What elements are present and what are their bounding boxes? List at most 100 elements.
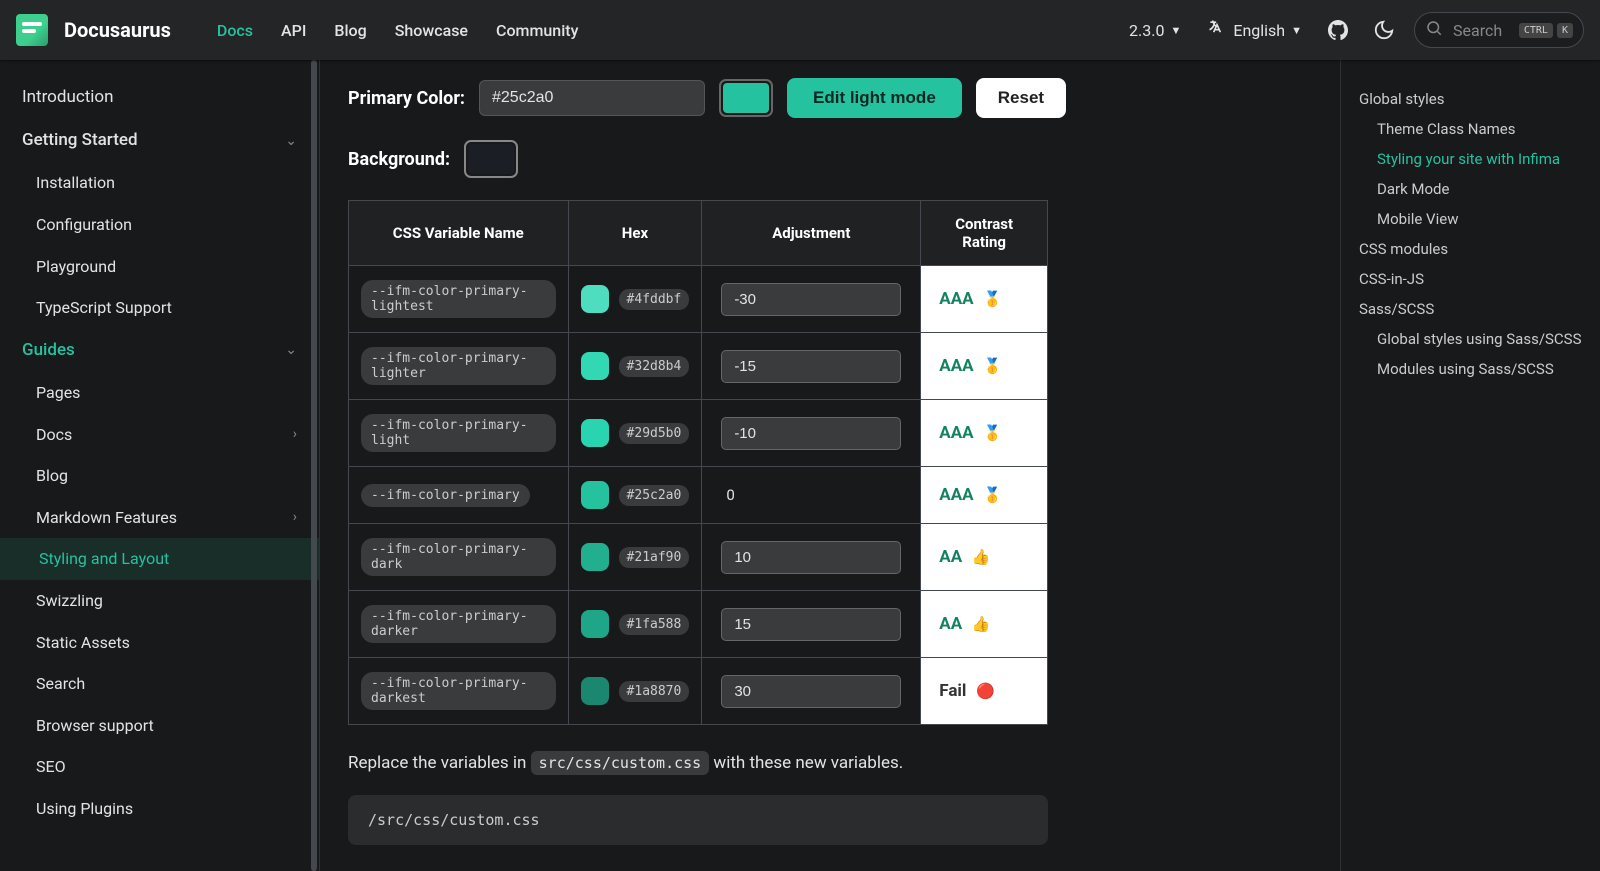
adjustment-input[interactable]	[721, 417, 901, 450]
adjustment-input[interactable]	[721, 541, 901, 574]
chevron-down-icon: ⌄	[285, 130, 297, 152]
version-dropdown[interactable]: 2.3.0 ▼	[1123, 17, 1187, 44]
hex-value: #25c2a0	[619, 485, 690, 506]
toc-item-global-styles-using-sass-scss[interactable]: Global styles using Sass/SCSS	[1355, 324, 1588, 354]
adjustment-input[interactable]	[721, 350, 901, 383]
sidebar-item-label: Introduction	[22, 84, 114, 111]
sidebar-item-typescript-support[interactable]: TypeScript Support	[0, 287, 319, 329]
toc-item-mobile-view[interactable]: Mobile View	[1355, 204, 1588, 234]
sidebar-item-label: TypeScript Support	[36, 295, 172, 321]
sidebar-item-browser-support[interactable]: Browser support	[0, 705, 319, 747]
primary-color-input[interactable]	[479, 80, 705, 116]
color-swatch	[581, 352, 609, 380]
contrast-rating: AAA	[939, 485, 973, 505]
table-header: Contrast Rating	[921, 201, 1048, 266]
language-label: English	[1233, 21, 1285, 40]
sidebar-item-label: SEO	[36, 754, 66, 780]
toc-item-css-in-js[interactable]: CSS-in-JS	[1355, 264, 1588, 294]
background-swatch[interactable]	[464, 140, 518, 178]
code-block: /src/css/custom.css	[348, 795, 1048, 845]
contrast-rating: AAA	[939, 423, 973, 443]
primary-color-row: Primary Color: Edit light mode Reset	[348, 78, 1312, 118]
color-swatch	[581, 419, 609, 447]
rating-emoji-icon: 🥇	[980, 357, 1002, 375]
sidebar-item-introduction[interactable]: Introduction	[0, 76, 319, 119]
navbar-left: Docusaurus DocsAPIBlogShowcaseCommunity	[16, 14, 592, 46]
sidebar-item-pages[interactable]: Pages	[0, 372, 319, 414]
sidebar-item-markdown-features[interactable]: Markdown Features›	[0, 497, 319, 539]
rating-emoji-icon: 👍	[968, 548, 990, 566]
color-table: CSS Variable NameHexAdjustmentContrast R…	[348, 200, 1048, 725]
edit-light-mode-button[interactable]: Edit light mode	[787, 78, 962, 118]
hex-value: #29d5b0	[619, 423, 690, 444]
color-swatch	[581, 610, 609, 638]
hex-value: #21af90	[619, 547, 690, 568]
hex-value: #32d8b4	[619, 356, 690, 377]
logo-icon[interactable]	[16, 14, 48, 46]
toc-item-styling-your-site-with-infima[interactable]: Styling your site with Infima	[1355, 144, 1588, 174]
sidebar-item-docs[interactable]: Docs›	[0, 414, 319, 456]
adjustment-input[interactable]	[721, 675, 901, 708]
nav-link-docs[interactable]: Docs	[203, 15, 267, 46]
nav-link-api[interactable]: API	[267, 15, 320, 46]
chevron-down-icon: ⌄	[285, 339, 297, 361]
toc-item-global-styles[interactable]: Global styles	[1355, 84, 1588, 114]
adjustment-input[interactable]	[721, 608, 901, 641]
search-icon	[1425, 19, 1443, 41]
sidebar-item-label: Browser support	[36, 713, 154, 739]
sidebar-item-label: Using Plugins	[36, 796, 133, 822]
github-icon[interactable]	[1322, 14, 1354, 46]
sidebar-item-blog[interactable]: Blog	[0, 455, 319, 497]
sidebar-item-search[interactable]: Search	[0, 663, 319, 705]
color-swatch	[581, 543, 609, 571]
sidebar-item-styling-and-layout[interactable]: Styling and Layout	[0, 538, 319, 580]
toc-item-css-modules[interactable]: CSS modules	[1355, 234, 1588, 264]
hex-value: #1a8870	[619, 681, 690, 702]
css-variable-name: --ifm-color-primary-lightest	[361, 280, 556, 318]
sidebar-item-label: Styling and Layout	[39, 546, 169, 572]
nav-link-community[interactable]: Community	[482, 15, 592, 46]
sidebar-item-seo[interactable]: SEO	[0, 746, 319, 788]
toc-item-sass-scss[interactable]: Sass/SCSS	[1355, 294, 1588, 324]
sidebar-item-using-plugins[interactable]: Using Plugins	[0, 788, 319, 830]
sidebar-item-label: Guides	[22, 337, 75, 364]
color-swatch	[581, 481, 609, 509]
toc-item-modules-using-sass-scss[interactable]: Modules using Sass/SCSS	[1355, 354, 1588, 384]
version-label: 2.3.0	[1129, 21, 1164, 40]
adjustment-input[interactable]	[721, 283, 901, 316]
toc-item-theme-class-names[interactable]: Theme Class Names	[1355, 114, 1588, 144]
sidebar-item-swizzling[interactable]: Swizzling	[0, 580, 319, 622]
reset-button[interactable]: Reset	[976, 78, 1066, 118]
navbar-right: 2.3.0 ▼ English ▼ Search CTRL K	[1123, 12, 1584, 48]
code-block-title: /src/css/custom.css	[368, 811, 540, 829]
sidebar-item-static-assets[interactable]: Static Assets	[0, 622, 319, 664]
search-input[interactable]: Search CTRL K	[1414, 12, 1584, 48]
background-row: Background:	[348, 140, 1312, 178]
sidebar-item-playground[interactable]: Playground	[0, 246, 319, 288]
nav-link-blog[interactable]: Blog	[320, 15, 380, 46]
theme-toggle-icon[interactable]	[1368, 14, 1400, 46]
navbar: Docusaurus DocsAPIBlogShowcaseCommunity …	[0, 0, 1600, 60]
chevron-down-icon: ▼	[1170, 24, 1181, 37]
language-dropdown[interactable]: English ▼	[1201, 14, 1308, 46]
nav-link-showcase[interactable]: Showcase	[381, 15, 482, 46]
table-row: --ifm-color-primary-light#29d5b0AAA 🥇	[349, 400, 1048, 467]
rating-emoji-icon: 🥇	[980, 486, 1002, 504]
sidebar-item-label: Installation	[36, 170, 115, 196]
sidebar-item-label: Docs	[36, 422, 72, 448]
table-row: --ifm-color-primary-darkest#1a8870Fail 🔴	[349, 658, 1048, 725]
sidebar-item-getting-started[interactable]: Getting Started⌄	[0, 119, 319, 162]
brand-name[interactable]: Docusaurus	[64, 18, 171, 42]
primary-color-swatch[interactable]	[719, 79, 773, 117]
sidebar-item-installation[interactable]: Installation	[0, 162, 319, 204]
css-variable-name: --ifm-color-primary-lighter	[361, 347, 556, 385]
css-variable-name: --ifm-color-primary-light	[361, 414, 556, 452]
contrast-rating: AA	[939, 547, 962, 567]
toc-item-dark-mode[interactable]: Dark Mode	[1355, 174, 1588, 204]
css-variable-name: --ifm-color-primary-dark	[361, 538, 556, 576]
rating-emoji-icon: 👍	[968, 615, 990, 633]
sidebar-item-guides[interactable]: Guides ⌄	[0, 329, 319, 372]
translate-icon	[1207, 18, 1227, 42]
color-swatch	[581, 677, 609, 705]
sidebar-item-configuration[interactable]: Configuration	[0, 204, 319, 246]
